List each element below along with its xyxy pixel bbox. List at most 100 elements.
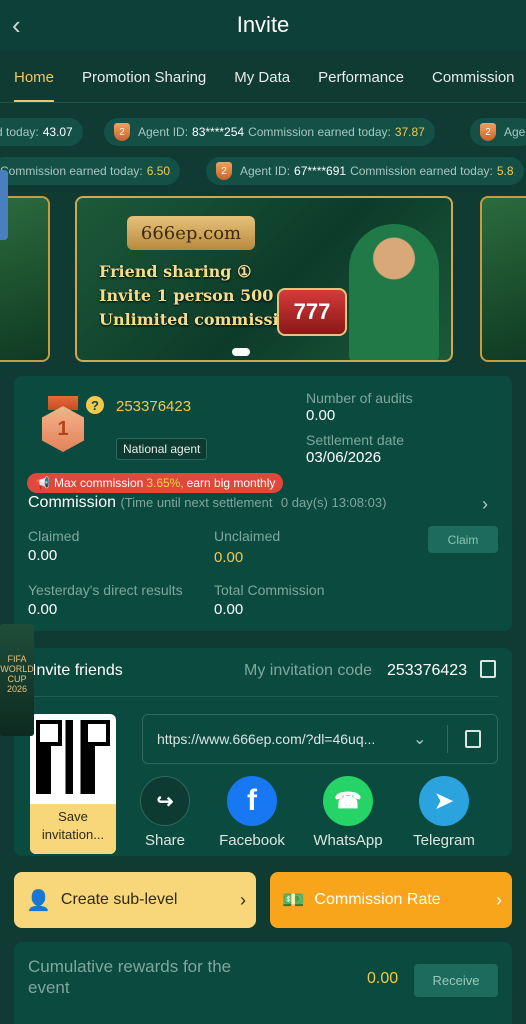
commission-rate-button[interactable]: 💵 Commission Rate › — [270, 872, 512, 928]
banner-line-3: Unlimited commission — [99, 310, 301, 329]
facebook-button[interactable]: f Facebook — [212, 776, 292, 849]
fifa-promo-badge[interactable]: FIFA WORLD CUP 2026 — [0, 624, 34, 736]
divider — [447, 725, 448, 753]
qr-code-card[interactable]: Save invitation... — [30, 714, 116, 854]
banner-next[interactable] — [480, 196, 526, 362]
ticker-row: Commission earned today: 6.50 2 Agent ID… — [0, 157, 526, 187]
banner-figure — [349, 224, 439, 360]
ticker-chip: 2 Agent ID: 67****691 Commission earned … — [206, 157, 524, 185]
total-commission-value: 0.00 — [214, 601, 244, 618]
tab-commission[interactable]: Commission — [418, 55, 526, 102]
help-icon[interactable]: ? — [86, 396, 104, 414]
invitation-code: 253376423 — [387, 662, 468, 679]
commission-title: Commission — [28, 494, 117, 511]
side-drawer-handle[interactable] — [0, 170, 8, 240]
invite-title: Invite friends — [32, 662, 123, 679]
cumulative-rewards-label: Cumulative rewards for the event — [28, 957, 232, 997]
chevron-down-icon[interactable]: ⌄ — [413, 729, 426, 749]
claim-button[interactable]: Claim — [428, 526, 498, 553]
ticker-earn-label: Commission earned today: — [350, 164, 493, 178]
settlement-countdown: 0 day(s) 13:08:03) — [280, 495, 387, 510]
ticker-value: 37.87 — [394, 125, 425, 139]
carousel-indicator — [232, 348, 250, 356]
create-sub-level-label: Create sub-level — [60, 891, 178, 908]
divider — [28, 696, 498, 697]
tab-home[interactable]: Home — [0, 55, 68, 102]
ticker-agent-label: Age — [504, 125, 526, 139]
tab-performance[interactable]: Performance — [304, 55, 418, 102]
create-sub-level-button[interactable]: 👤 Create sub-level › — [14, 872, 256, 928]
receive-button[interactable]: Receive — [414, 964, 498, 997]
chevron-right-icon[interactable]: › — [482, 494, 488, 515]
back-arrow-icon[interactable]: ‹ — [12, 10, 21, 41]
ticker-agent-id: 67****691 — [294, 164, 347, 178]
rank-medal-icon: 1 — [40, 396, 86, 452]
ticker-value: 43.07 — [42, 125, 73, 139]
claimed-value: 0.00 — [28, 547, 58, 564]
telegram-icon: ➤ — [419, 776, 469, 826]
whatsapp-button[interactable]: ☎ WhatsApp — [308, 776, 388, 849]
save-invitation-button[interactable]: Save invitation... — [30, 804, 116, 854]
commission-rate-label: Commission Rate — [314, 891, 441, 908]
medal-icon: 2 — [216, 162, 232, 180]
ticker-chip: 2 Agent ID: 83****254 Commission earned … — [104, 118, 435, 146]
brand-logo: 666ep.com — [127, 216, 255, 250]
ticker-earn-label: Commission earned today: — [248, 125, 391, 139]
chevron-right-icon: › — [496, 889, 502, 910]
settlement-countdown-label: (Time until next settlement — [120, 495, 273, 510]
yesterday-label: Yesterday's direct results — [28, 582, 183, 598]
chevron-right-icon: › — [240, 889, 246, 910]
medal-icon: 2 — [480, 123, 496, 141]
promo-prefix: Max commission — [53, 476, 144, 490]
ticker-value: 5.8 — [496, 164, 514, 178]
audits-value: 0.00 — [306, 407, 336, 424]
rank-number: 1 — [42, 406, 84, 452]
megaphone-icon: 📢 — [35, 476, 50, 490]
settlement-label: Settlement date — [306, 432, 405, 448]
medal-icon: 2 — [114, 123, 130, 141]
promo-rate: 3.65%, — [146, 476, 184, 490]
agent-id: 253376423 — [116, 398, 192, 415]
tab-promotion-sharing[interactable]: Promotion Sharing — [68, 55, 220, 102]
cumulative-rewards-card: Cumulative rewards for the event 0.00 Re… — [14, 942, 512, 1024]
telegram-button[interactable]: ➤ Telegram — [404, 776, 484, 849]
agent-level-badge: National agent — [116, 438, 208, 460]
share-icon: ↪ — [140, 776, 190, 826]
slot-machine-icon: 777 — [277, 288, 347, 336]
whatsapp-icon: ☎ — [323, 776, 373, 826]
telegram-label: Telegram — [413, 832, 475, 849]
facebook-icon: f — [227, 776, 277, 826]
ticker-agent-id: 83****254 — [192, 125, 245, 139]
money-icon: 💵 — [282, 889, 305, 910]
settlement-value: 03/06/2026 — [306, 449, 382, 466]
page-title: Invite — [236, 12, 290, 37]
invitation-code-label: My invitation code — [244, 662, 373, 679]
tab-my-data[interactable]: My Data — [220, 55, 304, 102]
commission-row[interactable]: Commission (Time until next settlement 0… — [28, 494, 386, 512]
ticker-chip: d today: 43.07 — [0, 118, 83, 146]
ticker-row: d today: 43.07 2 Agent ID: 83****254 Com… — [0, 118, 526, 148]
facebook-label: Facebook — [219, 832, 285, 849]
invite-link-field[interactable]: https://www.666ep.com/?dl=46uq... ⌄ — [142, 714, 498, 764]
ticker-label: Commission earned today: — [0, 164, 143, 178]
total-commission-label: Total Commission — [214, 582, 325, 598]
copy-icon[interactable] — [480, 660, 496, 678]
agent-card: 1 ? 253376423 National agent Number of a… — [14, 376, 512, 631]
qr-code-icon — [36, 720, 110, 794]
unclaimed-label: Unclaimed — [214, 528, 281, 544]
tab-bar: Home Promotion Sharing My Data Performan… — [0, 55, 526, 103]
unclaimed-value: 0.00 — [214, 549, 244, 566]
invite-card: Invite friends My invitation code 253376… — [14, 648, 512, 856]
ticker-agent-label: Agent ID: — [138, 125, 189, 139]
share-button[interactable]: ↪ Share — [125, 776, 205, 849]
copy-link-icon[interactable] — [465, 730, 481, 748]
promo-banner[interactable]: 666ep.com Friend sharing ① Invite 1 pers… — [75, 196, 453, 362]
fifa-badge-text: FIFA WORLD CUP 2026 — [0, 654, 34, 694]
cumulative-rewards-value: 0.00 — [367, 970, 399, 987]
promo-pill: 📢 Max commission 3.65%, earn big monthly — [27, 473, 284, 493]
ticker-value: 6.50 — [146, 164, 171, 178]
promo-suffix: earn big monthly — [186, 476, 276, 490]
whatsapp-label: WhatsApp — [313, 832, 383, 849]
ticker-label: d today: — [0, 125, 39, 139]
banner-carousel[interactable]: 666ep.com Friend sharing ① Invite 1 pers… — [0, 196, 526, 362]
